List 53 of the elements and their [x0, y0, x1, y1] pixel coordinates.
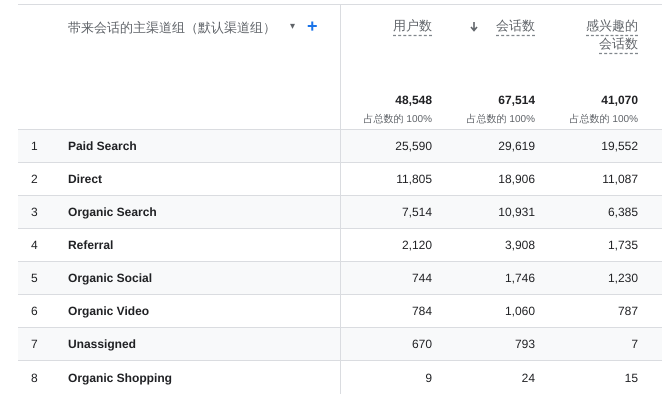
row-number: 8 — [30, 370, 39, 384]
table-cell-text: 1,230 — [606, 270, 639, 287]
table-cell[interactable]: Organic Search — [68, 205, 340, 219]
table-cell-text: 24 — [520, 370, 536, 386]
table-cell: 784 — [340, 295, 442, 327]
table-cell-text: 11,087 — [601, 171, 639, 188]
add-dimension-button[interactable]: + — [307, 19, 318, 34]
table-cell[interactable]: Unassigned — [68, 337, 340, 351]
row-number: 1 — [30, 139, 39, 153]
total-value: 48,548 — [395, 93, 432, 107]
table-cell-text: 1,746 — [504, 270, 536, 287]
row-number: 2 — [30, 172, 39, 186]
row-number: 3 — [30, 205, 39, 219]
table-cell-text: 1,735 — [606, 237, 639, 254]
table-cell[interactable]: Organic Social — [68, 271, 340, 285]
row-number: 7 — [30, 337, 39, 351]
total-share: 占总数的 100% — [364, 112, 432, 126]
total-share: 占总数的 100% — [570, 112, 638, 126]
table-cell[interactable]: Organic Shopping — [68, 370, 340, 384]
table-cell: 25,590 — [340, 130, 442, 162]
table-cell[interactable]: Direct — [68, 172, 340, 186]
table-cell-text: 3,908 — [504, 237, 536, 254]
column-header[interactable]: 感兴趣的会话数 — [586, 17, 638, 53]
table-cell[interactable]: Referral — [68, 238, 340, 252]
table-cell: 2,120 — [340, 229, 442, 261]
table-cell: 9 — [340, 361, 442, 394]
table-cell: 11,805 — [340, 163, 442, 195]
table-cell-text: 18,906 — [497, 171, 536, 188]
table-cell-text: 19,552 — [600, 138, 639, 155]
table-cell-text: 6,385 — [606, 204, 639, 221]
table-cell-text: 793 — [514, 336, 536, 353]
table-cell-text: 787 — [616, 303, 639, 320]
table-cell-text: 1,060 — [504, 303, 536, 320]
dropdown-icon[interactable]: ▾ — [290, 21, 296, 32]
sort-down-icon — [470, 22, 478, 32]
table-cell-text: 29,619 — [497, 138, 536, 155]
column-header[interactable]: 带来会话的主渠道组（默认渠道组） — [68, 19, 276, 37]
row-number: 6 — [30, 304, 39, 318]
column-header[interactable]: 用户数 — [380, 17, 432, 35]
column-header[interactable]: 会话数 — [483, 17, 535, 35]
table-cell: 7,514 — [340, 196, 442, 228]
table-cell[interactable]: Organic Video — [68, 304, 340, 318]
total-share: 占总数的 100% — [466, 112, 535, 126]
table-cell[interactable]: Paid Search — [68, 139, 340, 153]
row-number: 5 — [30, 271, 39, 285]
table-cell-text: 10,931 — [497, 204, 536, 221]
table-cell: 670 — [340, 328, 442, 360]
total-value: 41,070 — [601, 93, 638, 107]
table-cell-text: 15 — [624, 370, 639, 386]
table-cell-text: 7 — [630, 336, 639, 353]
table-cell: 744 — [340, 262, 442, 294]
row-number: 4 — [30, 238, 39, 252]
total-value: 67,514 — [498, 93, 535, 107]
